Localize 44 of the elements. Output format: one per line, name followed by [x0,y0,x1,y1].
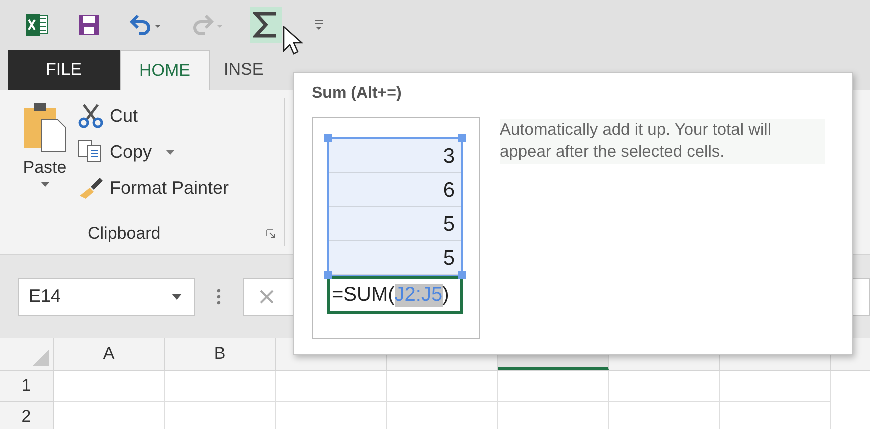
mouse-pointer-icon [283,26,303,56]
example-cell: 5 [329,207,461,241]
row-header[interactable]: 1 [0,371,54,402]
paste-button[interactable]: Paste [22,98,68,224]
grip-icon [217,288,221,304]
grid-cell[interactable] [720,371,831,402]
column-header[interactable]: B [165,338,276,370]
ribbon-tab[interactable]: INSE [210,50,278,90]
grid-cell[interactable] [276,371,387,402]
format-painter-button[interactable]: Format Painter [78,176,230,200]
column-header[interactable]: A [54,338,165,370]
grid-cell[interactable] [54,371,165,402]
select-all-icon[interactable] [33,350,49,366]
copy-icon [78,140,104,164]
grid-cell[interactable] [498,371,609,402]
copy-button[interactable]: Copy [78,140,230,164]
spreadsheet-app-icon [25,13,49,37]
save-icon [78,14,100,36]
cut-button[interactable]: Cut [78,104,230,128]
redo-icon [191,14,225,36]
sum-button[interactable] [250,7,282,43]
ribbon-tab[interactable]: HOME [120,50,210,90]
paintbrush-icon [78,176,104,200]
row-header[interactable]: 2 [0,402,54,429]
grid-cell[interactable] [609,371,720,402]
undo-icon [129,14,163,36]
grid-cell[interactable] [165,371,276,402]
formula-cell: =SUM(J2:J5) [327,276,463,314]
ribbon-tab[interactable]: FILE [8,50,120,90]
tooltip-description: Automatically add it up. Your total will appear after the selected cells. [500,119,825,164]
caret-icon [172,294,182,300]
grid-cell[interactable] [387,371,498,402]
caret-icon [40,182,50,187]
scissors-icon [78,104,104,128]
group-label: Clipboard [88,224,161,244]
caret-icon [166,150,176,154]
name-box[interactable]: E14 [18,278,195,316]
dialog-launcher-icon[interactable] [266,229,276,239]
cancel-icon[interactable] [260,290,274,304]
tooltip-title: Sum (Alt+=) [312,85,403,103]
sigma-icon [253,11,279,39]
example-cell: 6 [329,173,461,207]
customize-icon [314,19,324,31]
clipboard-icon [22,102,68,154]
